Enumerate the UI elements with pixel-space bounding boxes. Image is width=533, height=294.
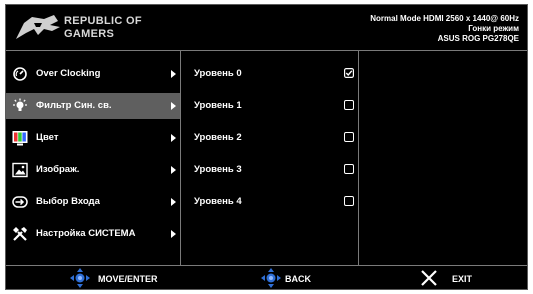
chevron-right-icon: [171, 198, 176, 206]
menu-item-label: Фильтр Син. св.: [36, 100, 112, 111]
menu-item-label: Изображ.: [36, 164, 80, 175]
submenu-option-level-0[interactable]: Уровень 0: [181, 63, 358, 83]
image-icon: [12, 162, 28, 178]
checkbox-icon[interactable]: [344, 132, 354, 142]
chevron-right-icon: [171, 134, 176, 142]
bulb-icon: [13, 98, 27, 111]
menu-item-color[interactable]: Цвет: [6, 125, 180, 151]
dpad-move-icon: [70, 268, 90, 288]
chevron-right-icon: [171, 230, 176, 238]
gauge-icon: [13, 67, 27, 81]
chevron-right-icon: [171, 70, 176, 78]
dpad-back-icon: [261, 268, 281, 288]
chevron-right-icon: [171, 166, 176, 174]
submenu-option-level-3[interactable]: Уровень 3: [181, 159, 358, 179]
close-icon: [421, 270, 437, 286]
menu-item-label: Over Clocking: [36, 68, 101, 79]
status-info: Normal Mode HDMI 2560 x 1440@ 60Hz Гонки…: [370, 14, 519, 44]
menu-item-over-clocking[interactable]: Over Clocking: [6, 61, 180, 87]
option-label: Уровень 0: [194, 68, 242, 79]
main-menu: Over Clocking Фильтр Син. св. Цвет Изобр…: [6, 51, 181, 265]
option-label: Уровень 2: [194, 132, 242, 143]
menu-item-input-select[interactable]: Выбор Входа: [6, 189, 180, 215]
brand-line1: REPUBLIC OF: [64, 15, 142, 27]
status-line1: Normal Mode HDMI 2560 x 1440@ 60Hz: [370, 14, 519, 23]
chevron-right-icon: [171, 102, 176, 110]
osd-footer: MOVE/ENTER BACK EXIT: [6, 265, 527, 290]
option-label: Уровень 4: [194, 196, 242, 207]
osd-window: REPUBLIC OF GAMERS Normal Mode HDMI 2560…: [5, 4, 528, 290]
brand-line2: GAMERS: [64, 28, 115, 40]
status-line3: ASUS ROG PG278QE: [437, 34, 519, 43]
checkbox-icon[interactable]: [344, 196, 354, 206]
submenu-option-level-2[interactable]: Уровень 2: [181, 127, 358, 147]
footer-exit-label: EXIT: [452, 274, 473, 284]
menu-item-image[interactable]: Изображ.: [6, 157, 180, 183]
menu-item-label: Выбор Входа: [36, 196, 100, 207]
submenu-option-level-1[interactable]: Уровень 1: [181, 95, 358, 115]
menu-item-label: Настройка СИСТЕМА: [36, 228, 136, 239]
option-label: Уровень 3: [194, 164, 242, 175]
checkbox-icon[interactable]: [344, 100, 354, 110]
detail-panel: [359, 51, 527, 265]
status-line2: Гонки режим: [468, 24, 519, 33]
input-icon: [12, 196, 28, 208]
menu-item-blue-light-filter[interactable]: Фильтр Син. св.: [6, 93, 180, 119]
menu-item-label: Цвет: [36, 132, 59, 143]
footer-move-enter-label: MOVE/ENTER: [98, 274, 158, 284]
tools-icon: [13, 227, 27, 241]
brand-text: REPUBLIC OF GAMERS: [64, 15, 142, 41]
menu-item-system-setup[interactable]: Настройка СИСТЕМА: [6, 221, 180, 247]
checkbox-checked-icon[interactable]: [344, 68, 354, 78]
submenu: Уровень 0 Уровень 1 Уровень 2 Уровень 3 …: [181, 51, 359, 265]
footer-back-label: BACK: [285, 274, 311, 284]
rog-logo-icon: [16, 15, 60, 39]
osd-header: REPUBLIC OF GAMERS Normal Mode HDMI 2560…: [6, 5, 527, 51]
submenu-option-level-4[interactable]: Уровень 4: [181, 191, 358, 211]
checkbox-icon[interactable]: [344, 164, 354, 174]
color-bars-icon: [12, 131, 28, 146]
option-label: Уровень 1: [194, 100, 242, 111]
